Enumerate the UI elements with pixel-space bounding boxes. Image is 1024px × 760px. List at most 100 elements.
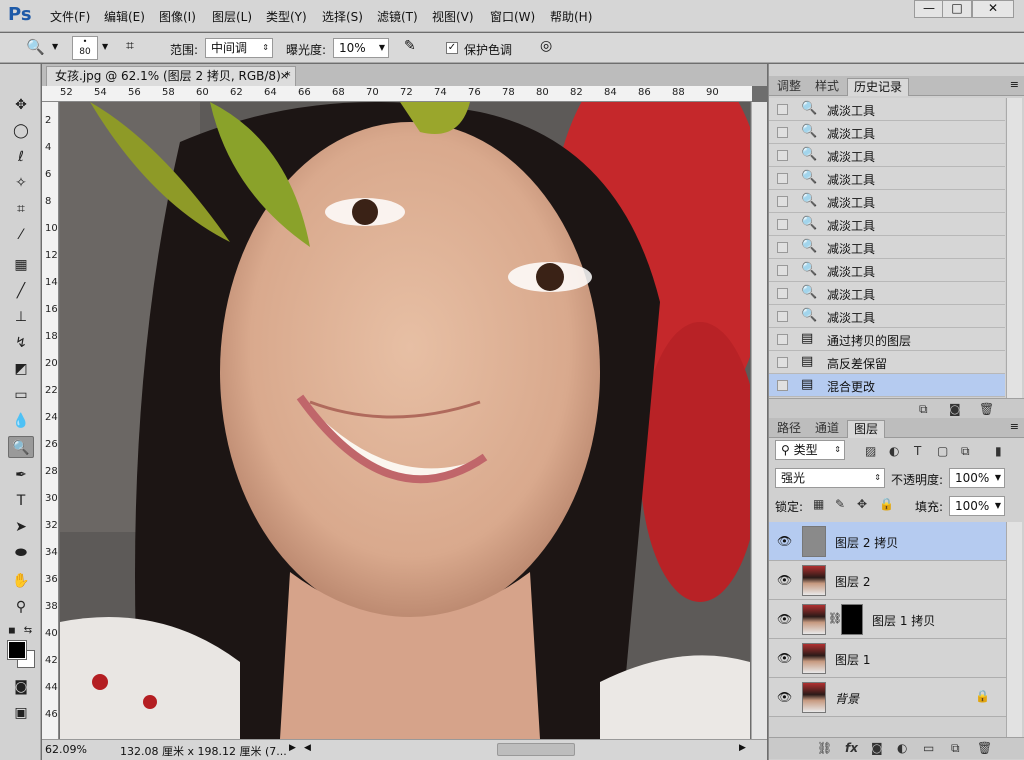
lock-transparent-icon[interactable]: ▦ xyxy=(813,497,824,511)
history-snapshot-checkbox[interactable] xyxy=(777,380,788,391)
document-tab[interactable]: 女孩.jpg @ 62.1% (图层 2 拷贝, RGB/8) * × xyxy=(46,66,296,86)
history-snapshot-checkbox[interactable] xyxy=(777,311,788,322)
pen-tool-icon[interactable]: ✒ xyxy=(8,464,34,486)
layer-row[interactable]: 👁 背景 🔒 xyxy=(769,678,1006,717)
filter-smart-object-icon[interactable]: ⧉ xyxy=(961,444,970,459)
history-item-selected[interactable]: ▤ 混合更改 xyxy=(769,374,1005,397)
pressure-icon[interactable]: ◎ xyxy=(540,38,552,54)
clone-stamp-tool-icon[interactable]: ⊥ xyxy=(8,306,34,328)
menu-file[interactable]: 文件(F) xyxy=(50,8,90,25)
history-item[interactable]: ▤ 通过拷贝的图层 xyxy=(769,328,1005,351)
scroll-right-icon[interactable]: ▶ xyxy=(739,743,746,753)
scroll-left-icon[interactable]: ◀ xyxy=(304,743,311,753)
brush-picker-arrow-icon[interactable]: ▼ xyxy=(102,42,108,51)
crop-tool-icon[interactable]: ⌗ xyxy=(8,198,34,220)
close-window-button[interactable]: ✕ xyxy=(972,0,1014,18)
layers-scrollbar[interactable] xyxy=(1006,522,1022,737)
healing-brush-tool-icon[interactable]: ▦ xyxy=(8,254,34,276)
blur-tool-icon[interactable]: 💧 xyxy=(8,410,34,432)
default-colors-icon[interactable]: ◼ xyxy=(4,620,20,642)
protect-tones-checkbox[interactable]: ✓ xyxy=(446,42,458,54)
fx-icon[interactable]: fx xyxy=(845,741,858,755)
history-snapshot-checkbox[interactable] xyxy=(777,357,788,368)
filter-adjustment-icon[interactable]: ◐ xyxy=(889,444,899,458)
layer-row[interactable]: 👁 图层 1 xyxy=(769,639,1006,678)
type-tool-icon[interactable]: T xyxy=(8,490,34,512)
eyedropper-tool-icon[interactable]: ⁄ xyxy=(8,224,34,246)
menu-layer[interactable]: 图层(L) xyxy=(212,8,252,25)
history-snapshot-checkbox[interactable] xyxy=(777,196,788,207)
status-menu-arrow-icon[interactable]: ▶ xyxy=(289,743,296,753)
quick-mask-icon[interactable]: ◙ xyxy=(8,676,34,698)
history-snapshot-checkbox[interactable] xyxy=(777,219,788,230)
image-canvas[interactable] xyxy=(60,102,750,739)
lock-all-icon[interactable]: 🔒 xyxy=(879,497,894,511)
history-item[interactable]: 🔍 减淡工具 xyxy=(769,282,1005,305)
tab-paths[interactable]: 路径 xyxy=(771,420,807,438)
zoom-tool-icon[interactable]: ⚲ xyxy=(8,596,34,618)
history-item[interactable]: 🔍 减淡工具 xyxy=(769,144,1005,167)
history-item[interactable]: 🔍 减淡工具 xyxy=(769,259,1005,282)
close-tab-icon[interactable]: × xyxy=(280,67,289,85)
eye-icon[interactable]: 👁 xyxy=(777,651,792,665)
move-tool-icon[interactable]: ✥ xyxy=(8,94,34,116)
marquee-tool-icon[interactable]: ◯ xyxy=(8,120,34,142)
zoom-level[interactable]: 62.09% xyxy=(45,743,87,756)
opacity-input[interactable]: 100% ▼ xyxy=(949,468,1005,488)
history-item[interactable]: ▤ 高反差保留 xyxy=(769,351,1005,374)
history-item[interactable]: 🔍 减淡工具 xyxy=(769,121,1005,144)
link-layers-icon[interactable]: ⛓ xyxy=(817,741,832,755)
brush-panel-icon[interactable]: ⌗ xyxy=(126,38,134,54)
menu-view[interactable]: 视图(V) xyxy=(432,8,474,25)
history-item[interactable]: 🔍 减淡工具 xyxy=(769,236,1005,259)
eraser-tool-icon[interactable]: ◩ xyxy=(8,358,34,380)
layer-row[interactable]: 👁 图层 2 拷贝 xyxy=(769,522,1006,561)
maximize-button[interactable]: □ xyxy=(942,0,972,18)
dodge-tool-icon[interactable]: 🔍 xyxy=(26,38,45,56)
history-item[interactable]: 🔍 减淡工具 xyxy=(769,167,1005,190)
history-snapshot-checkbox[interactable] xyxy=(777,127,788,138)
lock-position-icon[interactable]: ✥ xyxy=(857,497,867,511)
history-snapshot-checkbox[interactable] xyxy=(777,265,788,276)
menu-image[interactable]: 图像(I) xyxy=(159,8,196,25)
filter-type-icon[interactable]: T xyxy=(914,444,921,458)
tab-styles[interactable]: 样式 xyxy=(809,78,845,96)
magic-wand-tool-icon[interactable]: ✧ xyxy=(8,172,34,194)
lock-image-icon[interactable]: ✎ xyxy=(835,497,845,511)
range-select[interactable]: 中间调 ⇕ xyxy=(205,38,273,58)
history-snapshot-checkbox[interactable] xyxy=(777,173,788,184)
airbrush-icon[interactable]: ✎ xyxy=(404,38,416,54)
history-snapshot-checkbox[interactable] xyxy=(777,242,788,253)
fill-input[interactable]: 100% ▼ xyxy=(949,496,1005,516)
dodge-tool-active-icon[interactable]: 🔍 xyxy=(8,436,34,458)
menu-window[interactable]: 窗口(W) xyxy=(490,8,535,25)
history-snapshot-checkbox[interactable] xyxy=(777,334,788,345)
eye-icon[interactable]: 👁 xyxy=(777,573,792,587)
history-snapshot-checkbox[interactable] xyxy=(777,150,788,161)
exposure-input[interactable]: 10% ▼ xyxy=(333,38,389,58)
menu-select[interactable]: 选择(S) xyxy=(322,8,363,25)
lasso-tool-icon[interactable]: ℓ xyxy=(8,146,34,168)
trash-icon[interactable]: 🗑 xyxy=(979,402,994,416)
shape-tool-icon[interactable]: ⬬ xyxy=(8,542,34,564)
layer-mask-thumbnail[interactable] xyxy=(841,604,863,635)
link-icon[interactable]: ⛓ xyxy=(828,612,842,625)
swap-colors-icon[interactable]: ⇆ xyxy=(20,620,36,642)
minimize-button[interactable]: — xyxy=(914,0,944,18)
history-item[interactable]: 🔍 减淡工具 xyxy=(769,190,1005,213)
panel-menu-icon[interactable]: ≡ xyxy=(1010,420,1019,433)
eye-icon[interactable]: 👁 xyxy=(777,612,792,626)
menu-help[interactable]: 帮助(H) xyxy=(550,8,592,25)
history-snapshot-checkbox[interactable] xyxy=(777,104,788,115)
layer-filter-select[interactable]: ⚲ 类型 ⇕ xyxy=(775,440,845,460)
tab-adjustments[interactable]: 调整 xyxy=(771,78,807,96)
filter-toggle-icon[interactable]: ▮ xyxy=(995,444,1002,458)
blend-mode-select[interactable]: 强光 ⇕ xyxy=(775,468,885,488)
history-snapshot-checkbox[interactable] xyxy=(777,288,788,299)
hand-tool-icon[interactable]: ✋ xyxy=(8,570,34,592)
brush-tool-icon[interactable]: ╱ xyxy=(8,280,34,302)
menu-edit[interactable]: 编辑(E) xyxy=(104,8,145,25)
new-layer-icon[interactable]: ⧉ xyxy=(951,741,960,756)
screen-mode-icon[interactable]: ▣ xyxy=(8,702,34,724)
filter-shape-icon[interactable]: ▢ xyxy=(937,444,948,458)
